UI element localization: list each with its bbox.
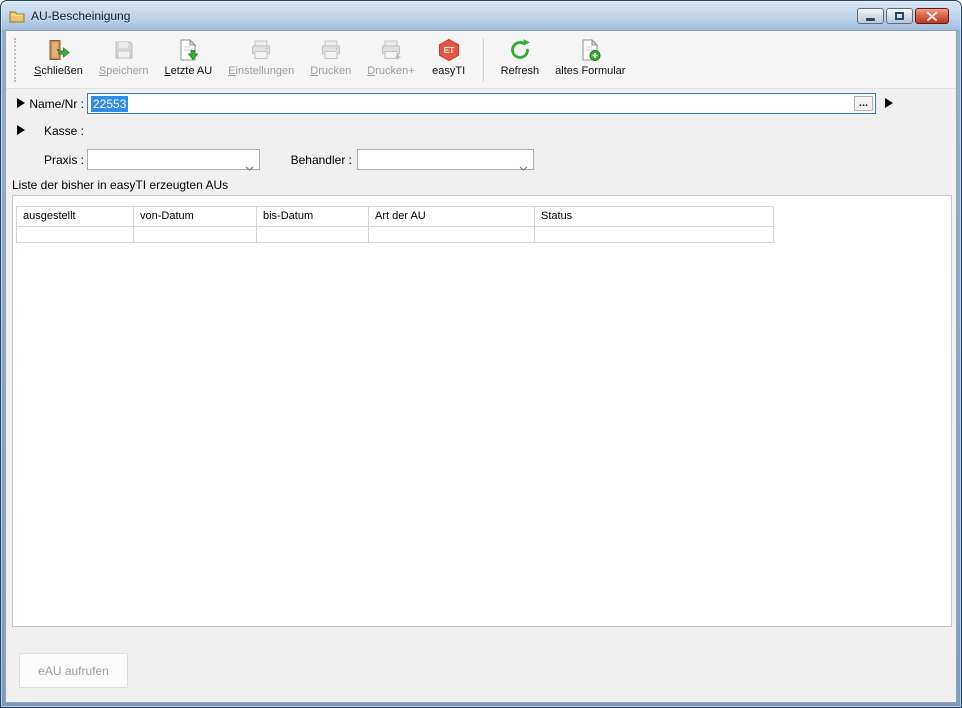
door-exit-icon (46, 38, 70, 62)
document-arrow-icon (176, 38, 200, 62)
table-row (17, 227, 774, 243)
au-list-panel: ausgestellt von-Datum bis-Datum Art der … (12, 195, 952, 627)
name-input[interactable]: 22553 ... (87, 93, 876, 114)
behandler-select[interactable] (357, 149, 534, 170)
chevron-down-icon (519, 158, 528, 176)
toolbar-button-label: Refresh (501, 65, 540, 77)
toolbar-button-label: Drucken+ (367, 65, 414, 77)
printer-icon (319, 38, 343, 62)
save-icon (112, 38, 136, 62)
svg-text:ET: ET (443, 45, 455, 55)
refresh-icon (508, 38, 532, 62)
toolbar-button-label: easyTI (432, 65, 465, 77)
name-input-value: 22553 (91, 96, 128, 112)
column-header-art-der-au[interactable]: Art der AU (369, 207, 535, 227)
app-window: AU-Bescheinigung Schließen Spei (0, 0, 962, 708)
eau-aufrufen-button[interactable]: eAU aufrufen (19, 653, 128, 688)
close-icon (927, 12, 937, 21)
printer-settings-icon (249, 38, 273, 62)
toolbar: Schließen Speichern Letzte AU Einstellun… (6, 31, 956, 89)
minimize-icon (866, 18, 875, 21)
column-header-bis-datum[interactable]: bis-Datum (257, 207, 369, 227)
behandler-label: Behandler : (272, 153, 352, 167)
praxis-select[interactable] (87, 149, 260, 170)
toolbar-button-label: Speichern (99, 65, 149, 77)
toolbar-button-label: Drucken (310, 65, 351, 77)
client-area: Schließen Speichern Letzte AU Einstellun… (5, 30, 957, 703)
app-icon (9, 8, 25, 24)
column-header-von-datum[interactable]: von-Datum (134, 207, 257, 227)
maximize-icon (895, 12, 904, 20)
printer-plus-icon (379, 38, 403, 62)
table-header-row: ausgestellt von-Datum bis-Datum Art der … (17, 207, 774, 227)
window-controls (857, 8, 949, 24)
toolbar-button-altes-formular[interactable]: altes Formular (547, 34, 633, 86)
au-table: ausgestellt von-Datum bis-Datum Art der … (16, 206, 774, 243)
toolbar-button-letzte-au[interactable]: Letzte AU (156, 34, 220, 86)
toolbar-button-refresh[interactable]: Refresh (493, 34, 548, 86)
toolbar-button-label: Schließen (34, 65, 83, 77)
toolbar-button-schliessen[interactable]: Schließen (26, 34, 91, 86)
toolbar-grip-icon[interactable] (14, 38, 18, 82)
chevron-down-icon (245, 158, 254, 176)
toolbar-button-easyti[interactable]: ET easyTI (423, 34, 475, 86)
name-label: Name/Nr : (16, 97, 84, 111)
minimize-button[interactable] (857, 8, 884, 24)
toolbar-button-label: Letzte AU (164, 65, 212, 77)
close-button[interactable] (915, 8, 949, 24)
titlebar: AU-Bescheinigung (1, 1, 961, 30)
toolbar-button-speichern[interactable]: Speichern (91, 34, 157, 86)
list-group-title: Liste der bisher in easyTI erzeugten AUs (12, 178, 228, 192)
toolbar-button-einstellungen[interactable]: Einstellungen (220, 34, 302, 86)
toolbar-separator (483, 38, 485, 82)
browse-button[interactable]: ... (854, 96, 873, 111)
name-next-button[interactable] (885, 98, 893, 108)
praxis-label: Praxis : (16, 153, 84, 167)
toolbar-button-drucken-plus[interactable]: Drucken+ (359, 34, 422, 86)
easyti-icon: ET (437, 38, 461, 62)
maximize-button[interactable] (886, 8, 913, 24)
toolbar-button-drucken[interactable]: Drucken (302, 34, 359, 86)
toolbar-button-label: altes Formular (555, 65, 625, 77)
column-header-ausgestellt[interactable]: ausgestellt (17, 207, 134, 227)
document-plus-icon (578, 38, 602, 62)
toolbar-button-label: Einstellungen (228, 65, 294, 77)
column-header-status[interactable]: Status (535, 207, 774, 227)
kasse-label: Kasse : (16, 124, 84, 138)
window-title: AU-Bescheinigung (31, 9, 130, 23)
